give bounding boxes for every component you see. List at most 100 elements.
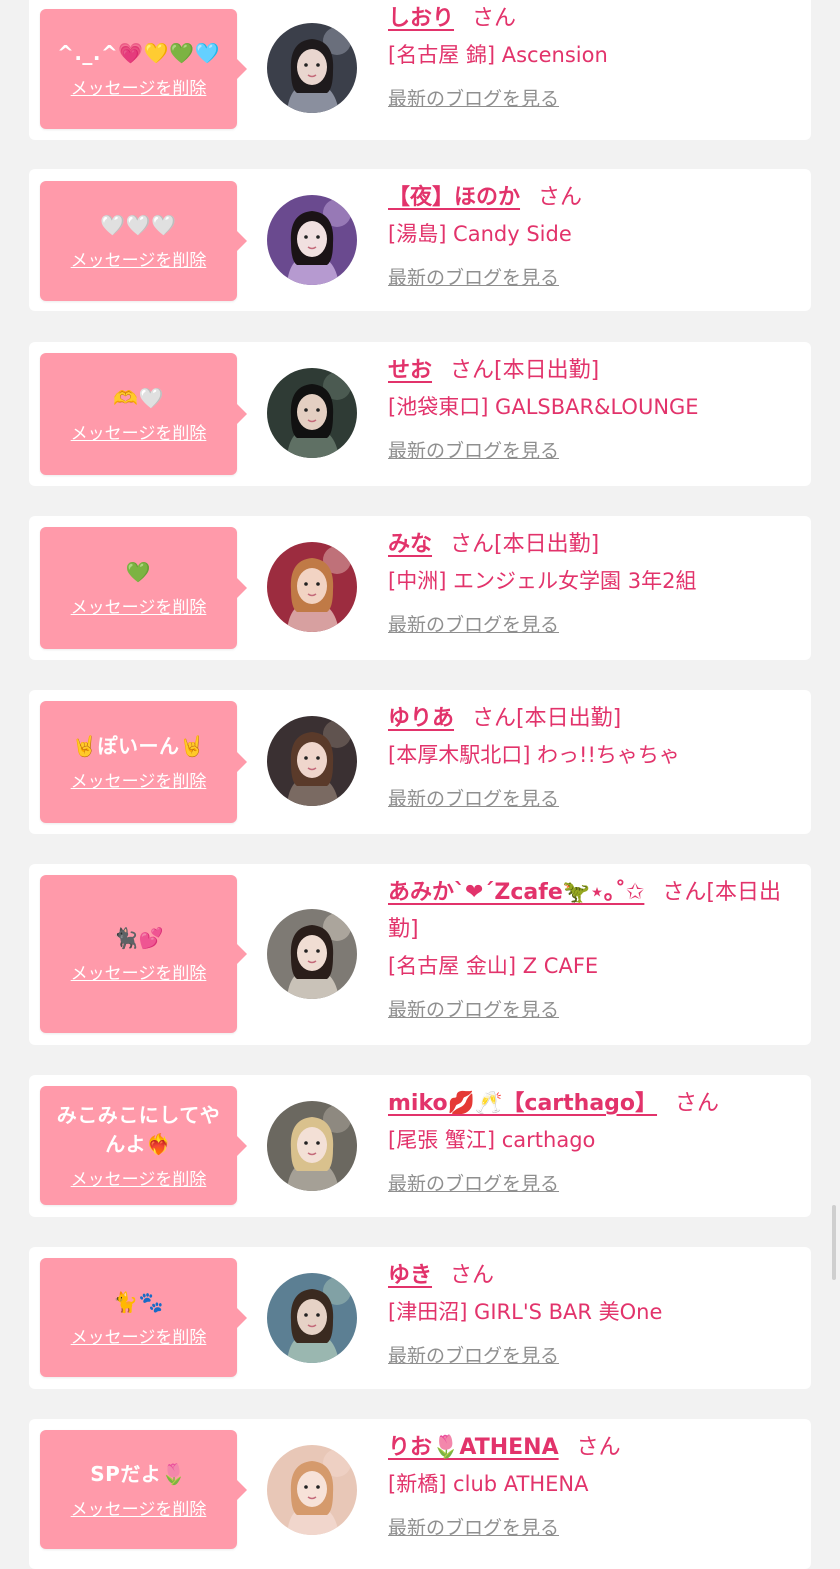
- cast-name-link[interactable]: しおり: [388, 6, 454, 31]
- delete-message-link[interactable]: メッセージを削除: [40, 1323, 237, 1348]
- honorific: さん: [450, 1263, 495, 1288]
- attendance-status: [本日出勤]: [494, 532, 600, 557]
- shop-label: [本厚木駅北口] わっ!!ちゃちゃ: [388, 743, 680, 767]
- delete-message-link[interactable]: メッセージを削除: [40, 246, 237, 271]
- delete-message-link[interactable]: メッセージを削除: [40, 959, 237, 984]
- message-text: 💚: [125, 560, 152, 584]
- avatar[interactable]: [267, 1101, 357, 1191]
- delete-message-link[interactable]: メッセージを削除: [40, 593, 237, 618]
- honorific: さん: [538, 185, 583, 210]
- profile-info: あみか`❤︎´Zcafe🦖⋆｡˚✩ さん[本日出勤] [名古屋 金山] Z CAFE…: [388, 874, 788, 1022]
- message-bubble: ^._.^💗💛💚🩵 メッセージを削除: [40, 9, 247, 129]
- message-text: ^._.^💗💛💚🩵: [57, 41, 220, 65]
- message-card: 🐈🐾 メッセージを削除 ゆき さん [津田沼] GIRL'S BAR 美One 最新のブ…: [29, 1247, 811, 1389]
- latest-blog-link[interactable]: 最新のブログを見る: [388, 995, 559, 1022]
- avatar[interactable]: [267, 542, 357, 632]
- message-card: 🤘ぽいーん🤘 メッセージを削除 ゆりあ さん[本日出勤] [本厚木駅北口] わっ!!ち…: [29, 690, 811, 834]
- message-card: ^._.^💗💛💚🩵 メッセージを削除 しおり さん [名古屋 錦] Ascension…: [29, 0, 811, 140]
- latest-blog-link[interactable]: 最新のブログを見る: [388, 84, 559, 111]
- delete-message-link[interactable]: メッセージを削除: [40, 1165, 237, 1190]
- cast-name-link[interactable]: みな: [388, 532, 432, 557]
- profile-info: みな さん[本日出勤] [中洲] エンジェル女学園 3年2組 最新のブログを見る: [388, 526, 788, 637]
- message-card: 🤍🤍🤍 メッセージを削除 【夜】ほのか さん [湯島] Candy Side 最新のブロ…: [29, 169, 811, 311]
- avatar[interactable]: [267, 195, 357, 285]
- message-bubble: みこみこにしてやんよ❤️‍🔥 メッセージを削除: [40, 1086, 247, 1205]
- shop-label: [尾張 蟹江] carthago: [388, 1128, 596, 1152]
- message-card: 🫶🤍 メッセージを削除 せお さん[本日出勤] [池袋東口] GALSBAR&LOUN…: [29, 342, 811, 486]
- message-bubble: SPだよ🌷 メッセージを削除: [40, 1430, 247, 1549]
- latest-blog-link[interactable]: 最新のブログを見る: [388, 436, 559, 463]
- honorific: さん: [450, 532, 495, 557]
- scrollbar[interactable]: [832, 1205, 836, 1280]
- avatar[interactable]: [267, 23, 357, 113]
- message-text: 🫶🤍: [113, 386, 164, 410]
- profile-info: りお🌷ATHENA さん [新橋] club ATHENA 最新のブログを見る: [388, 1429, 788, 1540]
- message-bubble: 🤍🤍🤍 メッセージを削除: [40, 181, 247, 301]
- attendance-status: [本日出勤]: [494, 358, 600, 383]
- delete-message-link[interactable]: メッセージを削除: [40, 1495, 237, 1520]
- name-line: ゆき さん: [388, 1257, 788, 1294]
- message-card: SPだよ🌷 メッセージを削除 りお🌷ATHENA さん [新橋] club ATHEN…: [29, 1419, 811, 1569]
- message-text: 🤍🤍🤍: [100, 213, 177, 237]
- message-card: みこみこにしてやんよ❤️‍🔥 メッセージを削除 miko💋🥂【carthago】さ…: [29, 1075, 811, 1217]
- cast-name-link[interactable]: ゆりあ: [388, 706, 454, 731]
- latest-blog-link[interactable]: 最新のブログを見る: [388, 1341, 559, 1368]
- shop-label: [津田沼] GIRL'S BAR 美One: [388, 1300, 663, 1324]
- profile-info: miko💋🥂【carthago】 さん [尾張 蟹江] carthago 最新のブログ…: [388, 1085, 788, 1196]
- profile-info: せお さん[本日出勤] [池袋東口] GALSBAR&LOUNGE 最新のブログを見る: [388, 352, 788, 463]
- profile-info: しおり さん [名古屋 錦] Ascension 最新のブログを見る: [388, 0, 788, 111]
- latest-blog-link[interactable]: 最新のブログを見る: [388, 1513, 559, 1540]
- honorific: さん: [450, 358, 495, 383]
- message-text: みこみこにしてやんよ❤️‍🔥: [56, 1103, 221, 1156]
- honorific: さん: [472, 706, 517, 731]
- message-text: SPだよ🌷: [90, 1461, 187, 1486]
- message-bubble: 🐈‍⬛💕 メッセージを削除: [40, 875, 247, 1033]
- latest-blog-link[interactable]: 最新のブログを見る: [388, 784, 559, 811]
- name-line: せお さん[本日出勤]: [388, 352, 788, 389]
- name-line: 【夜】ほのか さん: [388, 179, 788, 216]
- delete-message-link[interactable]: メッセージを削除: [40, 74, 237, 99]
- message-bubble: 🫶🤍 メッセージを削除: [40, 353, 247, 475]
- profile-info: ゆりあ さん[本日出勤] [本厚木駅北口] わっ!!ちゃちゃ 最新のブログを見る: [388, 700, 788, 811]
- name-line: りお🌷ATHENA さん: [388, 1429, 788, 1466]
- cast-name-link[interactable]: ゆき: [388, 1263, 432, 1288]
- message-card: 🐈‍⬛💕 メッセージを削除 あみか`❤︎´Zcafe🦖⋆｡˚✩ さん[本日出勤] [名…: [29, 864, 811, 1045]
- profile-info: 【夜】ほのか さん [湯島] Candy Side 最新のブログを見る: [388, 179, 788, 290]
- name-line: みな さん[本日出勤]: [388, 526, 788, 563]
- avatar[interactable]: [267, 1445, 357, 1535]
- honorific: さん: [662, 880, 707, 905]
- message-bubble: 🐈🐾 メッセージを削除: [40, 1258, 247, 1377]
- honorific: さん: [576, 1435, 621, 1460]
- shop-label: [湯島] Candy Side: [388, 222, 572, 246]
- cast-name-link[interactable]: miko💋🥂【carthago】: [388, 1091, 657, 1116]
- shop-label: [新橋] club ATHENA: [388, 1472, 589, 1496]
- shop-label: [中洲] エンジェル女学園 3年2組: [388, 569, 697, 593]
- name-line: しおり さん: [388, 0, 788, 37]
- message-text: 🤘ぽいーん🤘: [72, 734, 205, 758]
- name-line: miko💋🥂【carthago】 さん: [388, 1085, 788, 1122]
- name-line: ゆりあ さん[本日出勤]: [388, 700, 788, 737]
- avatar[interactable]: [267, 716, 357, 806]
- avatar[interactable]: [267, 368, 357, 458]
- delete-message-link[interactable]: メッセージを削除: [40, 767, 237, 792]
- latest-blog-link[interactable]: 最新のブログを見る: [388, 1169, 559, 1196]
- attendance-status: [本日出勤]: [516, 706, 622, 731]
- honorific: さん: [675, 1091, 720, 1116]
- honorific: さん: [472, 6, 517, 31]
- shop-label: [名古屋 錦] Ascension: [388, 43, 608, 67]
- shop-label: [名古屋 金山] Z CAFE: [388, 954, 599, 978]
- cast-name-link[interactable]: りお🌷ATHENA: [388, 1435, 559, 1460]
- profile-info: ゆき さん [津田沼] GIRL'S BAR 美One 最新のブログを見る: [388, 1257, 788, 1368]
- latest-blog-link[interactable]: 最新のブログを見る: [388, 263, 559, 290]
- avatar[interactable]: [267, 1273, 357, 1363]
- message-bubble: 💚 メッセージを削除: [40, 527, 247, 649]
- message-text: 🐈‍⬛💕: [113, 926, 164, 950]
- latest-blog-link[interactable]: 最新のブログを見る: [388, 610, 559, 637]
- delete-message-link[interactable]: メッセージを削除: [40, 419, 237, 444]
- cast-name-link[interactable]: あみか`❤︎´Zcafe🦖⋆｡˚✩: [388, 880, 644, 905]
- cast-name-link[interactable]: せお: [388, 358, 432, 383]
- message-bubble: 🤘ぽいーん🤘 メッセージを削除: [40, 701, 247, 823]
- name-line: あみか`❤︎´Zcafe🦖⋆｡˚✩ さん[本日出勤]: [388, 874, 788, 948]
- cast-name-link[interactable]: 【夜】ほのか: [388, 185, 520, 210]
- avatar[interactable]: [267, 909, 357, 999]
